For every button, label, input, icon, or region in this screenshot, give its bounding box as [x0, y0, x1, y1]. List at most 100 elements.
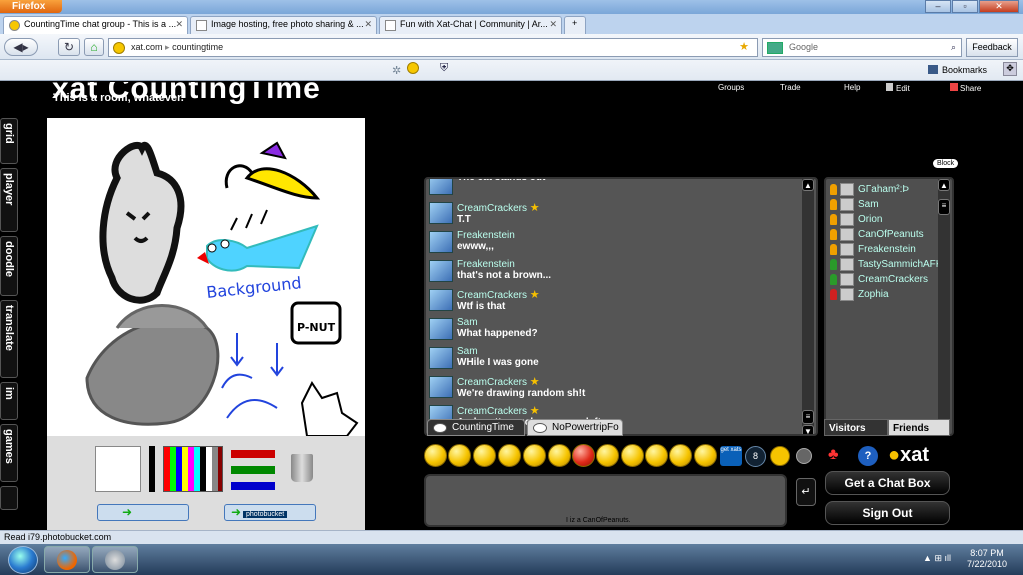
tab-photobucket[interactable]: Image hosting, free photo sharing & ... …	[190, 16, 377, 34]
smiley-addon-icon[interactable]	[407, 62, 419, 74]
avatar[interactable]	[429, 376, 453, 398]
help-icon[interactable]: ?	[858, 446, 878, 466]
trade-link[interactable]: Trade	[780, 83, 801, 92]
home-icon[interactable]: ⌂	[84, 38, 104, 56]
side-nav-im[interactable]: im	[0, 382, 18, 420]
cool-icon[interactable]	[548, 444, 571, 467]
color-palette[interactable]	[163, 446, 223, 492]
tab-friends[interactable]: Friends	[888, 419, 950, 436]
doodle-canvas[interactable]: Background P-NUT	[47, 118, 365, 436]
side-nav-player[interactable]: player	[0, 168, 18, 232]
user-list-item[interactable]: Orion	[826, 212, 952, 227]
chat-messages[interactable]: The cat stands out CreamCrackers ★ T.T Frea…	[424, 177, 818, 436]
user-list-item[interactable]: CreamCrackers	[826, 272, 952, 287]
share-link[interactable]: Share	[950, 83, 981, 93]
angry-icon[interactable]	[572, 444, 595, 467]
system-tray[interactable]: ▲ ⊞ ıll	[923, 553, 951, 564]
avatar[interactable]	[429, 289, 453, 311]
tab-close-icon[interactable]: ✕	[549, 19, 557, 30]
wink-icon[interactable]	[473, 444, 496, 467]
addon-icon[interactable]: ✥	[1003, 62, 1017, 76]
message-sender[interactable]: CreamCrackers ★	[457, 372, 804, 388]
user-list-item[interactable]: Sam	[826, 197, 952, 212]
photobucket-button[interactable]: ➜ photobucket	[224, 504, 316, 521]
avatar[interactable]	[429, 318, 453, 340]
avatar[interactable]	[429, 347, 453, 369]
smile-icon[interactable]	[424, 444, 447, 467]
user-list-item[interactable]: GΓaham²:Þ	[826, 182, 952, 197]
chat-scrollbar[interactable]: ▲ ≡ ▼	[802, 179, 814, 434]
send-button[interactable]: ↵	[796, 478, 816, 506]
tab-nopowertrip-chat[interactable]: NoPowertripFo	[527, 419, 623, 436]
tab-visitors[interactable]: Visitors	[824, 419, 888, 436]
confused-icon[interactable]	[621, 444, 644, 467]
search-input[interactable]: Google ⌕	[762, 38, 962, 57]
trash-icon[interactable]	[291, 454, 313, 482]
groups-link[interactable]: Groups	[718, 83, 744, 92]
user-scrollbar[interactable]: ▲ ≡ ▼	[938, 179, 950, 434]
smirk-icon[interactable]	[694, 444, 717, 467]
side-nav-doodle[interactable]: doodle	[0, 236, 18, 296]
url-bar[interactable]: xat.com ▸ countingtime ★	[108, 38, 758, 57]
close-button[interactable]: ✕	[979, 0, 1019, 13]
user-list-item[interactable]: Zophia	[826, 287, 952, 302]
scroll-thumb[interactable]: ≡	[938, 199, 950, 215]
user-list-item[interactable]: Freakenstein	[826, 242, 952, 257]
shocked-icon[interactable]	[498, 444, 521, 467]
message-sender[interactable]: CreamCrackers ★	[457, 401, 804, 417]
message-sender[interactable]: Freakenstein	[457, 256, 804, 270]
tab-close-icon[interactable]: ✕	[175, 19, 183, 30]
chat-input[interactable]: I iz a CanOfPeanuts.	[424, 474, 787, 527]
frown-icon[interactable]	[645, 444, 668, 467]
tab-xat-community[interactable]: Fun with Xat-Chat | Community | Ar... ✕	[379, 16, 562, 34]
tab-close-icon[interactable]: ✕	[364, 19, 372, 30]
green-slider[interactable]	[231, 466, 275, 474]
firefox-taskbar-icon[interactable]	[44, 546, 90, 573]
avatar[interactable]	[429, 179, 453, 195]
tongue-icon[interactable]	[523, 444, 546, 467]
shield-icon[interactable]: ⛨	[440, 62, 448, 75]
bookmark-star-icon[interactable]: ★	[739, 39, 749, 56]
block-button[interactable]: Block	[933, 159, 959, 168]
clock[interactable]: 8:07 PM 7/22/2010	[967, 548, 1007, 570]
avatar[interactable]	[429, 202, 453, 224]
help-link[interactable]: Help	[844, 83, 860, 92]
search-icon[interactable]: ⌕	[951, 39, 956, 56]
blue-slider[interactable]	[231, 482, 275, 490]
edit-link[interactable]: Edit	[886, 83, 910, 93]
side-nav-more[interactable]	[0, 486, 18, 510]
user-list-item[interactable]: TastySammichAFK	[826, 257, 952, 272]
message-sender[interactable]: Sam	[457, 343, 804, 357]
message-sender[interactable]: Freakenstein	[457, 227, 804, 241]
brush-size-slider[interactable]	[149, 446, 155, 492]
start-button[interactable]	[8, 546, 38, 574]
eight-ball-icon[interactable]: 8	[745, 446, 766, 467]
back-forward-button[interactable]: ◀▸	[4, 38, 38, 56]
reload-icon[interactable]: ↻	[58, 38, 80, 56]
paint-taskbar-icon[interactable]	[92, 546, 138, 573]
grin-icon[interactable]	[448, 444, 471, 467]
minimize-button[interactable]: –	[925, 0, 951, 13]
crying-icon[interactable]	[669, 444, 692, 467]
upload-button[interactable]: ➜	[97, 504, 189, 521]
feedback-button[interactable]: Feedback	[966, 38, 1018, 57]
firefox-menu-button[interactable]: Firefox	[0, 0, 62, 13]
sad-icon[interactable]	[596, 444, 619, 467]
side-nav-games[interactable]: games	[0, 424, 18, 482]
message-sender[interactable]: CreamCrackers ★	[457, 198, 804, 214]
message-sender[interactable]: Sam	[457, 314, 804, 328]
avatar[interactable]	[429, 260, 453, 282]
tab-countingtime-chat[interactable]: CountingTime	[427, 419, 525, 436]
side-nav-grid[interactable]: grid	[0, 118, 18, 164]
side-nav-translate[interactable]: translate	[0, 300, 18, 378]
xat-logo[interactable]: ●xat	[888, 444, 929, 467]
brush-preview[interactable]	[95, 446, 141, 492]
avatar[interactable]	[429, 231, 453, 253]
get-chat-box-button[interactable]: Get a Chat Box	[825, 471, 950, 495]
people-icon[interactable]: ♣	[828, 446, 848, 466]
sign-out-button[interactable]: Sign Out	[825, 501, 950, 525]
get-xats-button[interactable]: get xats	[720, 446, 742, 466]
google-engine-icon[interactable]	[767, 42, 783, 54]
scroll-up-icon[interactable]: ▲	[802, 179, 814, 191]
sound-icon[interactable]	[796, 448, 812, 464]
